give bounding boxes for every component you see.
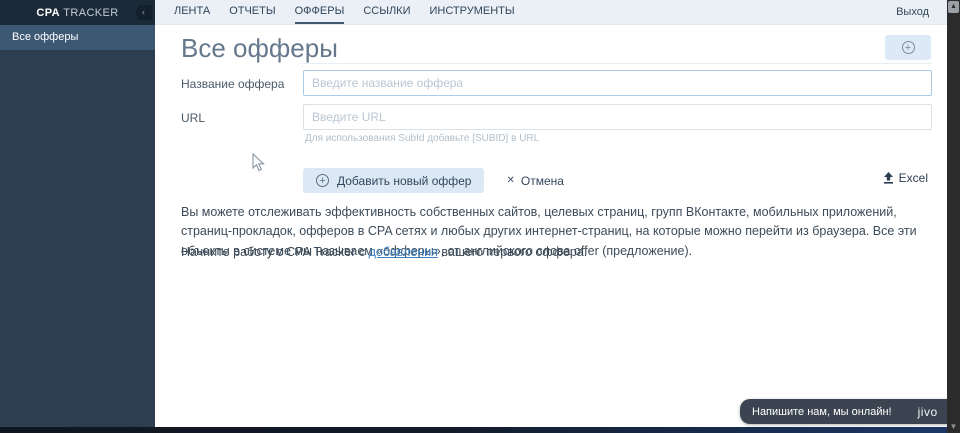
window-bottom-edge [0,427,947,433]
page-title: Все офферы [181,33,338,63]
top-navigation: ЛЕНТА ОТЧЕТЫ ОФФЕРЫ ССЫЛКИ ИНСТРУМЕНТЫ В… [155,0,947,25]
excel-export-button[interactable]: Excel [883,171,928,185]
form-actions: + Добавить новый оффер ✕ Отмена [303,168,564,193]
tab-lenta[interactable]: ЛЕНТА [174,0,210,24]
logout-link[interactable]: Выход [896,0,929,24]
scroll-up-icon[interactable]: ▲ [948,1,959,13]
subid-hint: Для использования SubId добавьте [SUBID]… [305,133,540,144]
close-icon: ✕ [506,175,515,186]
jivo-logo: jivo [917,404,938,419]
offer-name-input[interactable] [303,70,932,96]
cta-after: вашего первого оффера. [437,245,588,259]
excel-label: Excel [898,171,928,185]
tab-offery[interactable]: ОФФЕРЫ [294,0,345,24]
sidebar-collapse-icon[interactable]: ‹ [135,5,152,20]
tab-ssylki[interactable]: ССЫЛКИ [363,0,410,24]
cta-text: Начните работу с CPA Tracker с добавлени… [181,245,587,259]
upload-icon [883,172,893,184]
app-logo: CPA TRACKER [36,7,118,19]
scrollbar[interactable]: ▲ ▼ [947,0,960,433]
chat-widget[interactable]: Напишите нам, мы онлайн! jivo [740,399,960,424]
chat-message: Напишите нам, мы онлайн! [752,405,892,418]
cancel-label: Отмена [520,173,564,188]
tab-otchety[interactable]: ОТЧЕТЫ [229,0,275,24]
add-offer-icon-button[interactable]: + [885,35,931,60]
scroll-down-icon[interactable]: ▼ [947,422,960,431]
url-label: URL [181,111,206,125]
add-offer-link[interactable]: добавления [369,245,438,259]
mouse-cursor-icon [252,153,265,172]
sidebar-header: CPA TRACKER ‹ [0,0,155,25]
tab-instrumenty[interactable]: ИНСТРУМЕНТЫ [429,0,514,24]
chat-widget-body: Напишите нам, мы онлайн! jivo [740,399,950,424]
sidebar: CPA TRACKER ‹ Все офферы [0,0,155,427]
plus-circle-icon: + [316,174,329,187]
app-logo-bold: CPA [36,6,60,19]
plus-circle-icon: + [901,41,915,54]
app-logo-rest: TRACKER [59,6,119,19]
main-content: Все офферы + Название оффера URL Для исп… [155,25,947,427]
url-input[interactable] [303,104,932,130]
add-new-offer-button[interactable]: + Добавить новый оффер [303,168,485,193]
title-divider [303,63,932,64]
sidebar-item-all-offers[interactable]: Все офферы [0,25,155,50]
cancel-button[interactable]: ✕ Отмена [506,174,563,188]
cta-before: Начните работу с CPA Tracker с [181,245,369,259]
add-new-offer-label: Добавить новый оффер [337,173,472,188]
offer-name-label: Название оффера [181,77,285,91]
